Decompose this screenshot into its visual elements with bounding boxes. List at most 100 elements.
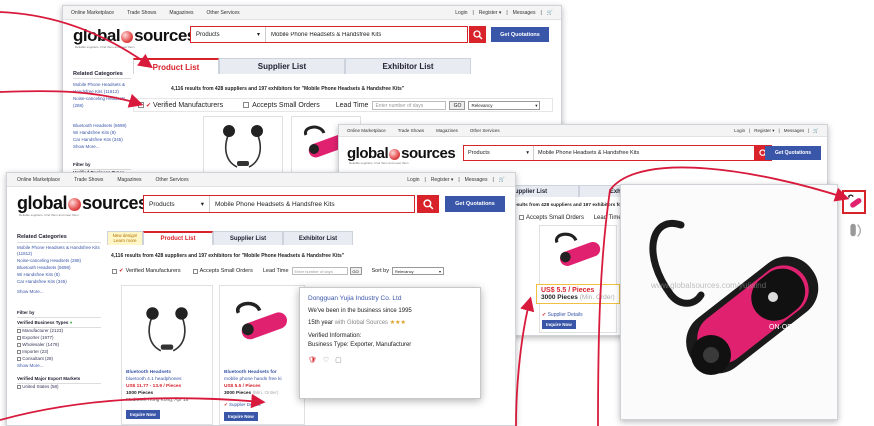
type-option[interactable]: Importer (23): [17, 349, 101, 356]
register-link[interactable]: Register ▾: [479, 10, 502, 16]
category-select[interactable]: Products ▾: [191, 27, 266, 42]
top-nav: Online Marketplace Trade Shows Magazines…: [339, 125, 827, 137]
category-link[interactable]: Wi Handsfree Kits (8): [73, 130, 131, 137]
nav-magazines[interactable]: Magazines: [117, 177, 141, 183]
new-design-badge[interactable]: New design! Learn more: [107, 231, 143, 245]
login-link[interactable]: Login: [734, 128, 745, 133]
small-orders-checkbox[interactable]: [519, 215, 524, 220]
tab-supplier-list[interactable]: Supplier List: [219, 58, 345, 74]
sort-select[interactable]: Relevancy ▾: [391, 267, 444, 275]
register-link[interactable]: Register ▾: [431, 177, 454, 183]
type-option[interactable]: Exporter (1977): [17, 335, 101, 342]
search-input[interactable]: Mobile Phone Headsets & Handsfree Kits: [210, 201, 335, 208]
search-input[interactable]: Mobile Phone Headsets & Handsfree Kits: [266, 32, 381, 38]
nav-magazines[interactable]: Magazines: [436, 128, 458, 133]
category-select[interactable]: Products ▾: [464, 146, 534, 160]
type-option[interactable]: Consultant (28): [17, 356, 101, 363]
nav-trade-shows[interactable]: Trade Shows: [127, 10, 156, 16]
category-link[interactable]: Mobile Phone Headsets & Handsfree Kits (…: [17, 245, 101, 259]
product-image[interactable]: [204, 121, 282, 171]
product-subtitle[interactable]: bluetooth 4.1 headphones: [126, 377, 188, 384]
tab-supplier-list[interactable]: Supplier List: [213, 231, 283, 245]
search-button[interactable]: [469, 26, 486, 43]
small-orders-checkbox[interactable]: [192, 268, 198, 274]
login-link[interactable]: Login: [407, 177, 419, 183]
category-link[interactable]: Bluetooth Headsets (5698): [17, 265, 101, 272]
category-select[interactable]: Products ▾: [144, 196, 210, 212]
verified-checkbox[interactable]: [112, 268, 117, 274]
nav-other-services[interactable]: Other Services: [470, 128, 500, 133]
product-image[interactable]: [540, 232, 616, 278]
nav-other-services[interactable]: Other Services: [207, 10, 240, 16]
category-link[interactable]: Noise-canceling Headsets (288): [17, 258, 101, 265]
cart-icon[interactable]: 🛒: [813, 128, 819, 134]
category-link[interactable]: Wi Handsfree Kits (8): [17, 272, 101, 279]
category-link[interactable]: Noise-canceling Headsets (288): [73, 96, 131, 110]
nav-trade-shows[interactable]: Trade Shows: [398, 128, 424, 133]
go-button[interactable]: GO: [449, 100, 466, 110]
sort-select[interactable]: Relevancy ▾: [468, 100, 541, 110]
logo[interactable]: global sources Reliable suppliers. Find t…: [347, 145, 456, 165]
get-quotations-button[interactable]: Get Quotations: [445, 196, 505, 212]
logo[interactable]: global sources Reliable suppliers. Find t…: [17, 193, 148, 217]
inquire-now-button[interactable]: Inquire Now: [542, 320, 576, 329]
nav-online-marketplace[interactable]: Online Marketplace: [71, 10, 114, 16]
lead-time-input[interactable]: Enter number of days: [372, 100, 447, 110]
product-image[interactable]: [220, 290, 304, 364]
messages-link[interactable]: Messages: [513, 10, 536, 16]
product-card[interactable]: US$ 5.5 / Pieces 3000 Pieces (Min. Order…: [536, 225, 620, 333]
tab-exhibitor-list[interactable]: Exhibitor List: [345, 58, 471, 74]
search-bar[interactable]: Products ▾ Mobile Phone Headsets & Handsf…: [463, 145, 755, 161]
favorite-icon[interactable]: ♡: [323, 356, 329, 367]
thumbnail[interactable]: [842, 218, 866, 242]
tab-product-list[interactable]: Product List: [143, 231, 213, 245]
verified-checkbox[interactable]: [138, 102, 144, 108]
tab-product-list[interactable]: Product List: [133, 58, 219, 74]
show-more-link[interactable]: Show More...: [73, 144, 131, 151]
supplier-details-link[interactable]: ✔ Supplier Details: [542, 312, 583, 318]
logo[interactable]: global sources Reliable suppliers. Find t…: [73, 26, 196, 49]
nav-magazines[interactable]: Magazines: [169, 10, 193, 16]
category-link[interactable]: Bluetooth Headsets (5698): [73, 123, 131, 130]
type-option[interactable]: Manufacturer (2123): [17, 328, 101, 335]
category-link[interactable]: Car Handsfree Kits (345): [17, 279, 101, 286]
nav-other-services[interactable]: Other Services: [156, 177, 189, 183]
supplier-details-link[interactable]: ✔ Supplier Details: [224, 402, 261, 408]
inquire-now-button[interactable]: Inquire Now: [126, 410, 160, 419]
nav-online-marketplace[interactable]: Online Marketplace: [347, 128, 386, 133]
product-card[interactable]: Bluetooth Headsets bluetooth 4.1 headpho…: [121, 285, 213, 425]
search-button[interactable]: [417, 195, 439, 213]
login-link[interactable]: Login: [455, 10, 467, 16]
product-subtitle[interactable]: mobile phone hands free ki: [224, 377, 282, 384]
get-quotations-button[interactable]: Get Quotations: [491, 27, 549, 42]
company-name-link[interactable]: Dongguan Yujia Industry Co. Ltd: [308, 294, 472, 304]
messages-link[interactable]: Messages: [465, 177, 488, 183]
search-bar[interactable]: Products ▾ Mobile Phone Headsets & Handsf…: [190, 26, 468, 43]
search-bar[interactable]: Products ▾ Mobile Phone Headsets & Handsf…: [143, 195, 415, 213]
category-link[interactable]: Car Handsfree Kits (345): [73, 137, 131, 144]
go-button[interactable]: GO: [349, 267, 362, 275]
thumbnail[interactable]: [842, 190, 866, 214]
nav-online-marketplace[interactable]: Online Marketplace: [17, 177, 60, 183]
product-title[interactable]: Bluetooth Headsets for: [224, 370, 282, 377]
compare-icon[interactable]: ▢: [335, 356, 342, 367]
search-input[interactable]: Mobile Phone Headsets & Handsfree Kits: [534, 150, 639, 156]
get-quotations-button[interactable]: Get Quotations: [765, 146, 821, 160]
cart-icon[interactable]: 🛒: [547, 10, 553, 16]
product-image[interactable]: [122, 292, 212, 366]
inquire-now-button[interactable]: Inquire Now: [224, 412, 258, 421]
messages-link[interactable]: Messages: [784, 128, 805, 133]
cart-icon[interactable]: 🛒: [499, 177, 505, 183]
type-option[interactable]: Wholesaler (1478): [17, 342, 101, 349]
nav-trade-shows[interactable]: Trade Shows: [74, 177, 103, 183]
small-orders-checkbox[interactable]: [243, 102, 250, 108]
product-card[interactable]: Bluetooth Headsets for mobile phone hand…: [219, 285, 305, 425]
market-option[interactable]: United States (58): [17, 384, 101, 391]
lead-time-input[interactable]: Enter number of days: [291, 267, 348, 275]
tab-exhibitor-list[interactable]: Exhibitor List: [283, 231, 353, 245]
product-title[interactable]: Bluetooth Headsets: [126, 370, 188, 377]
show-more-link[interactable]: Show More...: [17, 363, 101, 370]
register-link[interactable]: Register ▾: [754, 128, 774, 134]
show-more-link[interactable]: Show More...: [17, 289, 101, 296]
category-link[interactable]: Mobile Phone Headsets & Handsfree Kits (…: [73, 82, 131, 96]
